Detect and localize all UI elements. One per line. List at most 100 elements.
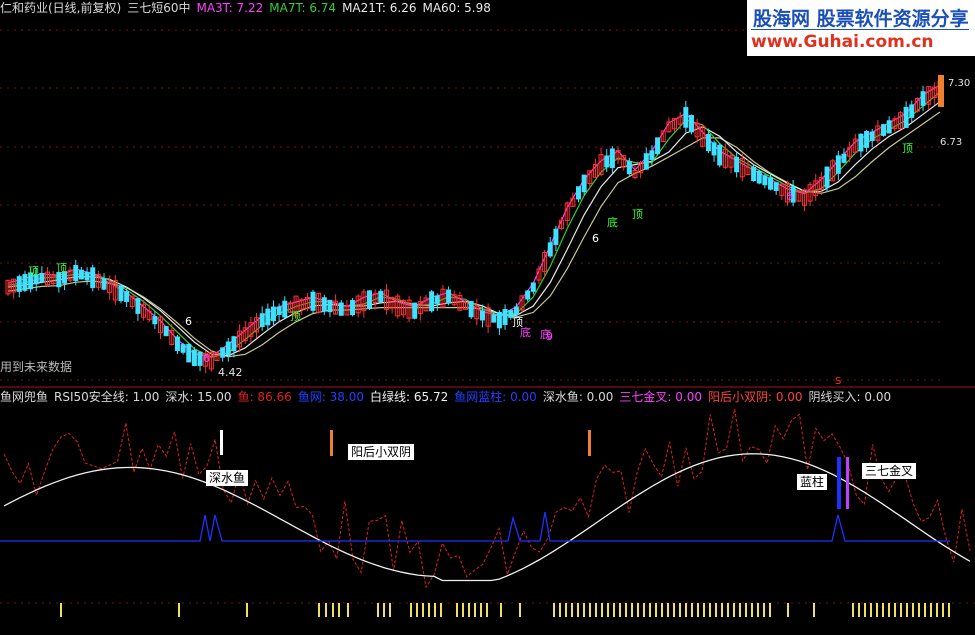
candle-body: [22, 274, 28, 291]
signal-tick: [338, 603, 340, 617]
candle-body: [468, 301, 474, 318]
signal-tick: [906, 603, 908, 617]
signal-tick: [468, 603, 470, 617]
candle-body: [502, 309, 508, 325]
candle-body: [688, 115, 694, 133]
signal-tick: [595, 603, 597, 617]
signal-tick: [553, 603, 555, 617]
signal-mark: 底: [607, 215, 618, 229]
signal-tick: [924, 603, 926, 617]
candle-body: [152, 316, 158, 325]
candle-body: [39, 273, 45, 283]
header-item: 三七短60中: [127, 1, 191, 15]
signal-tick: [332, 603, 334, 617]
signal-tick: [709, 603, 711, 617]
signal-tick: [739, 603, 741, 617]
signal-mark: 顶: [56, 262, 67, 275]
golden-cross-label: 三七金叉: [862, 463, 917, 479]
low-price-label: 4.42: [218, 366, 243, 379]
header-item: 仁和药业(日线,前复权): [0, 1, 122, 15]
candle-body: [835, 155, 841, 174]
candle-body: [78, 269, 84, 280]
signal-mark: 6: [203, 352, 210, 365]
moving-average-lines: [7, 84, 941, 358]
signal-tick: [480, 603, 482, 617]
signal-tick: [178, 603, 180, 617]
signal-tick: [870, 603, 872, 617]
signal-tick: [60, 603, 62, 617]
candle-body: [705, 134, 711, 152]
signal-tick: [377, 603, 379, 617]
signal-tick: [347, 603, 349, 617]
blue-column: [837, 457, 841, 509]
signal-tick: [942, 603, 944, 617]
candle-body: [225, 341, 231, 356]
candle-body: [841, 153, 847, 163]
signal-tick: [519, 603, 521, 617]
signal-tick: [757, 603, 759, 617]
signal-tick: [637, 603, 639, 617]
signal-tick: [625, 603, 627, 617]
candle-body: [135, 298, 141, 314]
candle-body: [174, 336, 180, 351]
candle-body: [220, 347, 226, 358]
signal-tick: [727, 603, 729, 617]
candle-body: [756, 170, 762, 184]
candle-body: [553, 228, 559, 245]
signal-tick: [607, 603, 609, 617]
signal-tick: [721, 603, 723, 617]
candle-body: [479, 310, 485, 321]
signal-tick: [697, 603, 699, 617]
candle-body: [751, 166, 757, 182]
candle-body: [858, 133, 864, 152]
signal-tick: [643, 603, 645, 617]
candle-body: [609, 148, 615, 169]
signal-tick: [383, 603, 385, 617]
ind-item: 鱼网蓝柱: 0.00: [454, 390, 537, 404]
signal-tick: [559, 603, 561, 617]
signal-tick: [745, 603, 747, 617]
ind-item: 阴线买入: 0.00: [808, 390, 892, 404]
candle-body: [903, 106, 909, 128]
signal-tick: [246, 603, 248, 617]
candle-body: [231, 336, 237, 352]
signal-tick: [751, 603, 753, 617]
candle-body: [282, 300, 288, 318]
signal-tick: [589, 603, 591, 617]
signal-tick: [685, 603, 687, 617]
candle-body: [762, 175, 768, 186]
fish-line: [3, 408, 971, 589]
yang-after-column: [588, 430, 591, 456]
signal-tick: [325, 603, 327, 617]
candle-body: [191, 349, 197, 366]
signal-tick: [500, 603, 502, 617]
signal-mark: 9: [546, 330, 553, 343]
candle-body: [429, 291, 435, 312]
signal-tick: [577, 603, 579, 617]
indicator-header: 鱼网兜鱼 RSI50安全线: 1.00 深水: 15.00 鱼: 86.66 鱼网: 3…: [0, 390, 897, 404]
candle-body: [886, 120, 892, 134]
bottom-ticks: [60, 603, 950, 617]
s-marker: S: [835, 376, 842, 387]
signal-tick: [462, 603, 464, 617]
candle-body: [547, 242, 553, 257]
candle-body: [655, 137, 661, 155]
ind-item: 白绿线: 65.72: [370, 390, 449, 404]
candle-body: [276, 306, 282, 315]
stock-chart: 顶顶66顶底6底顶6顶底顶9: [0, 29, 975, 617]
candle-body: [310, 291, 316, 311]
signal-tick: [389, 603, 391, 617]
candle-body: [197, 351, 203, 366]
white-green-line: [3, 453, 971, 582]
ma7-label: MA7T: 6.74: [269, 1, 337, 15]
candle-body: [513, 306, 519, 315]
signal-mark: 6: [786, 190, 793, 203]
candle-body: [186, 343, 192, 363]
signal-tick: [852, 603, 854, 617]
ind-item: 鱼网兜鱼: [0, 390, 49, 404]
signal-tick: [715, 603, 717, 617]
candle-body: [864, 130, 870, 148]
ind-item: 鱼: 86.66: [237, 390, 292, 404]
signal-tick: [434, 603, 436, 617]
candle-body: [338, 302, 344, 316]
